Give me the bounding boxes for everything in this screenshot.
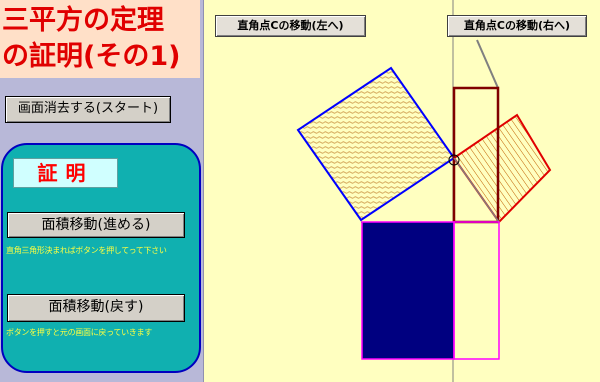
magenta-rectangle [453, 221, 500, 360]
right-square [452, 113, 552, 224]
slider-line [476, 39, 499, 89]
navy-rectangle [361, 221, 455, 360]
left-square [296, 66, 456, 222]
move-c-left-button[interactable]: 直角点Cの移動(左へ) [215, 15, 366, 37]
move-c-right-button[interactable]: 直角点Cの移動(右へ) [447, 15, 587, 37]
drawing-canvas [296, 0, 552, 382]
